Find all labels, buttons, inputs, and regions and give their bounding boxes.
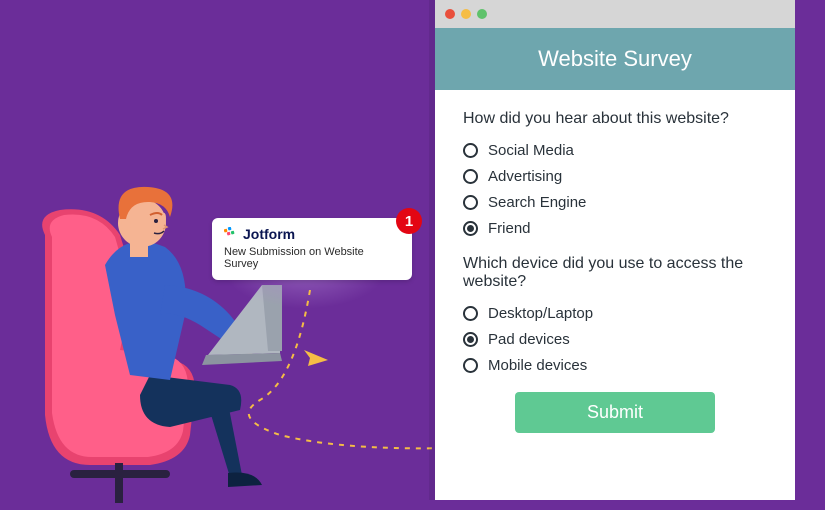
q2-option-mobile[interactable]: Mobile devices xyxy=(463,357,767,374)
survey-title: Website Survey xyxy=(435,28,795,90)
radio-icon xyxy=(463,169,478,184)
option-label: Friend xyxy=(488,220,531,237)
radio-icon xyxy=(463,306,478,321)
option-label: Desktop/Laptop xyxy=(488,305,593,322)
q1-option-social-media[interactable]: Social Media xyxy=(463,142,767,159)
browser-toolbar xyxy=(435,0,795,28)
browser-window: Website Survey How did you hear about th… xyxy=(435,0,795,500)
radio-icon xyxy=(463,195,478,210)
notification-card: Jotform New Submission on Website Survey… xyxy=(212,218,412,280)
window-maximize-icon[interactable] xyxy=(477,9,487,19)
radio-icon xyxy=(463,221,478,236)
window-minimize-icon[interactable] xyxy=(461,9,471,19)
radio-icon xyxy=(463,358,478,373)
notification-badge-count: 1 xyxy=(405,213,413,230)
option-label: Advertising xyxy=(488,168,562,185)
option-label: Search Engine xyxy=(488,194,586,211)
notification-badge: 1 xyxy=(396,208,422,234)
option-label: Social Media xyxy=(488,142,574,159)
submit-button[interactable]: Submit xyxy=(515,392,715,433)
option-label: Mobile devices xyxy=(488,357,587,374)
window-close-icon[interactable] xyxy=(445,9,455,19)
radio-icon xyxy=(463,143,478,158)
q2-option-pad[interactable]: Pad devices xyxy=(463,331,767,348)
q1-option-friend[interactable]: Friend xyxy=(463,220,767,237)
radio-icon xyxy=(463,332,478,347)
question-2-text: Which device did you use to access the w… xyxy=(463,255,767,291)
question-1-options: Social Media Advertising Search Engine F… xyxy=(463,142,767,237)
notification-message: New Submission on Website Survey xyxy=(224,246,400,270)
question-1-text: How did you hear about this website? xyxy=(463,110,767,128)
option-label: Pad devices xyxy=(488,331,570,348)
survey-body: How did you hear about this website? Soc… xyxy=(435,90,795,443)
jotform-logo-icon xyxy=(224,227,238,241)
question-2-options: Desktop/Laptop Pad devices Mobile device… xyxy=(463,305,767,374)
notification-brand-label: Jotform xyxy=(243,226,295,242)
notification-brand: Jotform xyxy=(224,226,400,242)
q2-option-desktop[interactable]: Desktop/Laptop xyxy=(463,305,767,322)
q1-option-advertising[interactable]: Advertising xyxy=(463,168,767,185)
q1-option-search-engine[interactable]: Search Engine xyxy=(463,194,767,211)
